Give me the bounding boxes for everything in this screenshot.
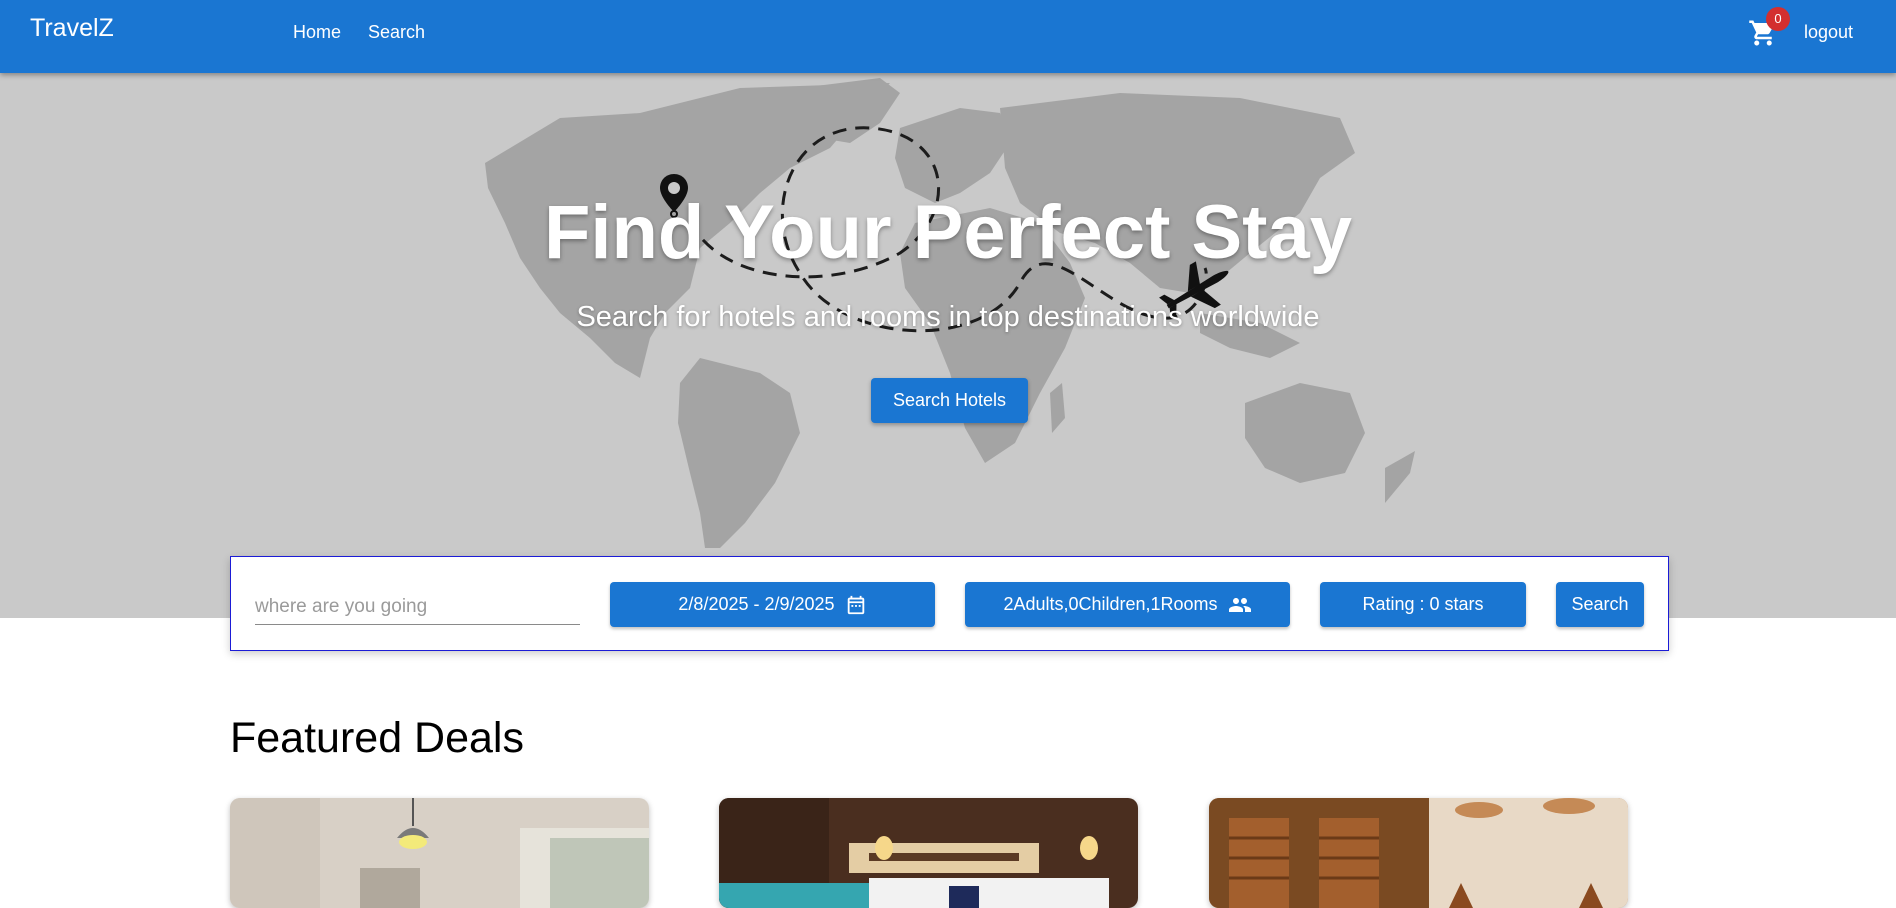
featured-deals-heading: Featured Deals — [230, 714, 524, 762]
destination-input[interactable] — [255, 590, 580, 625]
world-map-illustration — [485, 78, 1415, 548]
guests-rooms-label: 2Adults,0Children,1Rooms — [1003, 594, 1218, 614]
guests-rooms-button[interactable]: 2Adults,0Children,1Rooms — [965, 582, 1290, 627]
logout-button[interactable]: logout — [1804, 22, 1853, 43]
people-icon — [1228, 597, 1251, 612]
deal-card-3[interactable] — [1209, 798, 1628, 908]
date-range-label: 2/8/2025 - 2/9/2025 — [678, 594, 835, 614]
search-button[interactable]: Search — [1556, 582, 1644, 627]
hero-title: Find Your Perfect Stay — [543, 190, 1353, 275]
cart-count-badge: 0 — [1766, 7, 1790, 31]
brand-logo[interactable]: TravelZ — [30, 14, 114, 43]
rating-button[interactable]: Rating : 0 stars — [1320, 582, 1526, 627]
top-app-bar: TravelZ Home Search 0 logout — [0, 0, 1896, 73]
nav-search-link[interactable]: Search — [368, 22, 425, 43]
search-bar: 2/8/2025 - 2/9/2025 2Adults,0Children,1R… — [230, 556, 1669, 651]
calendar-icon — [847, 595, 864, 614]
deal-card-2[interactable] — [719, 798, 1138, 908]
nav-home-link[interactable]: Home — [293, 22, 341, 43]
search-hotels-button[interactable]: Search Hotels — [871, 378, 1028, 423]
deal-card-3-image — [1209, 798, 1628, 908]
deal-card-1-image — [230, 798, 649, 908]
hero-section: Find Your Perfect Stay Search for hotels… — [0, 73, 1896, 618]
hero-subtitle: Search for hotels and rooms in top desti… — [576, 301, 1320, 333]
deal-card-1[interactable] — [230, 798, 649, 908]
deal-card-2-image — [719, 798, 1138, 908]
date-range-button[interactable]: 2/8/2025 - 2/9/2025 — [610, 582, 935, 627]
